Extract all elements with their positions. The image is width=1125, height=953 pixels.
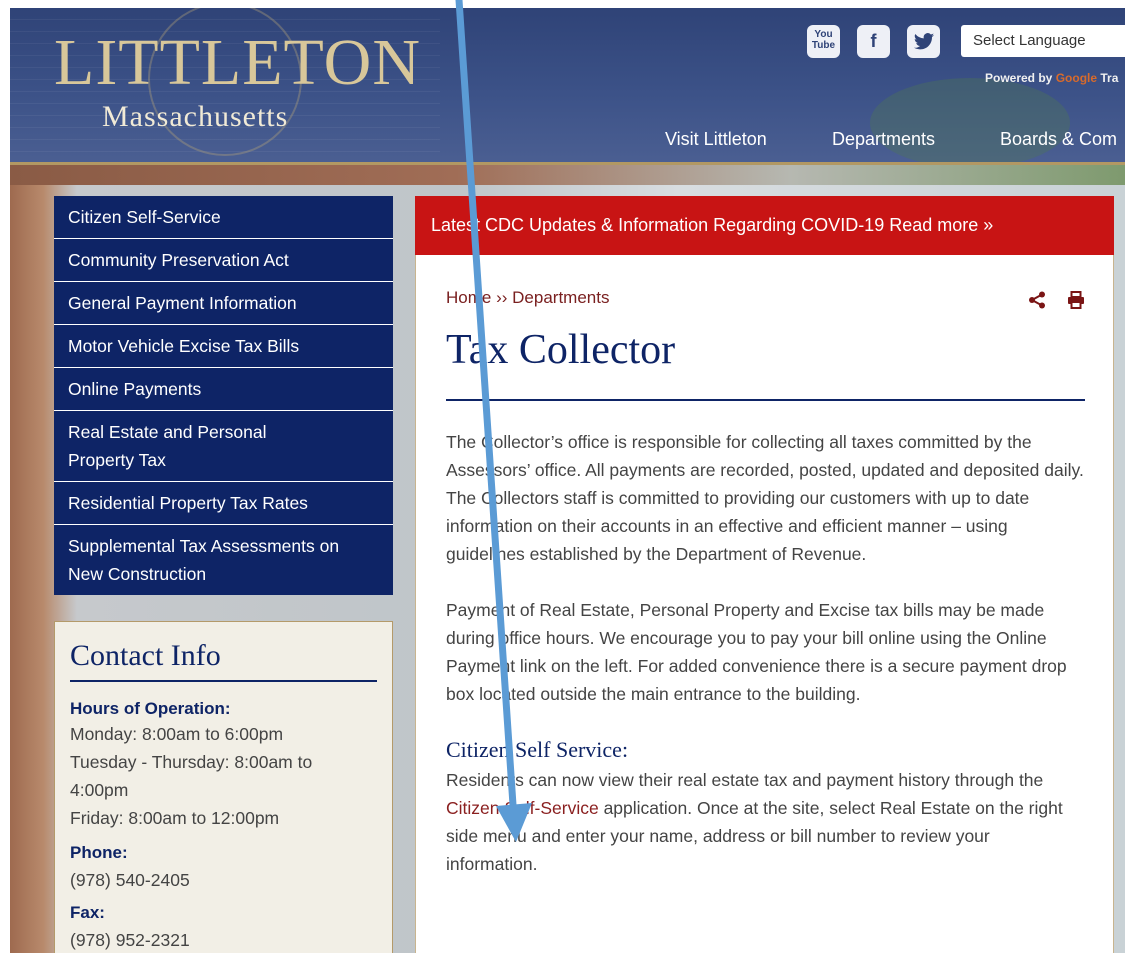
powered-by-google: Powered by Google Tra <box>985 71 1118 85</box>
google-logo: Google <box>1055 71 1098 85</box>
nav-departments[interactable]: Departments <box>832 129 935 150</box>
header-tree-decoration <box>870 78 1070 164</box>
breadcrumb-separator: ›› <box>496 288 508 307</box>
fax-label: Fax: <box>70 903 105 922</box>
sidebar-item-supplemental-tax[interactable]: Supplemental Tax Assessments on New Cons… <box>54 525 393 595</box>
powered-by-label: Powered by <box>985 71 1053 85</box>
sidebar-item-real-estate-personal-property[interactable]: Real Estate and Personal Property Tax <box>54 411 393 482</box>
citizen-self-service-link[interactable]: Citizen Self-Service <box>446 798 599 818</box>
facebook-icon[interactable]: f <box>857 25 890 58</box>
site-header: LITTLETON Massachusetts You Tube f Selec… <box>10 8 1125 164</box>
main-content: Home ›› Departments Tax Collector The Co… <box>415 255 1114 953</box>
payment-paragraph: Payment of Real Estate, Personal Propert… <box>446 600 1067 704</box>
page-tools <box>1012 291 1085 314</box>
sidebar-item-citizen-self-service[interactable]: Citizen Self-Service <box>54 196 393 239</box>
hours-monday: Monday: 8:00am to 6:00pm <box>70 724 284 744</box>
page-title: Tax Collector <box>446 322 1085 401</box>
contact-title: Contact Info <box>70 636 377 682</box>
breadcrumb-departments[interactable]: Departments <box>512 288 609 307</box>
logo-subtitle[interactable]: Massachusetts <box>102 100 288 134</box>
header-photo-band <box>10 165 1125 185</box>
sidebar-item-community-preservation-act[interactable]: Community Preservation Act <box>54 239 393 282</box>
sidebar-item-residential-tax-rates[interactable]: Residential Property Tax Rates <box>54 482 393 525</box>
hours-label: Hours of Operation: <box>70 699 231 718</box>
hours-friday: Friday: 8:00am to 12:00pm <box>70 808 280 828</box>
sidebar-nav: Citizen Self-Service Community Preservat… <box>54 196 393 595</box>
citizen-self-service-paragraph: Residents can now view their real estate… <box>446 766 1085 878</box>
youtube-icon[interactable]: You Tube <box>807 25 840 58</box>
page-background: LITTLETON Massachusetts You Tube f Selec… <box>10 8 1125 953</box>
fax-value: (978) 952-2321 <box>70 930 190 950</box>
sidebar-item-motor-vehicle-excise[interactable]: Motor Vehicle Excise Tax Bills <box>54 325 393 368</box>
breadcrumb-home[interactable]: Home <box>446 288 491 307</box>
citizen-self-service-heading: Citizen Self Service: <box>446 737 629 762</box>
sidebar-item-online-payments[interactable]: Online Payments <box>54 368 393 411</box>
print-icon[interactable] <box>1067 291 1085 313</box>
contact-info-box: Contact Info Hours of Operation: Monday:… <box>54 621 393 953</box>
phone-value[interactable]: (978) 540-2405 <box>70 866 377 894</box>
sidebar-item-general-payment-information[interactable]: General Payment Information <box>54 282 393 325</box>
css-paragraph-text-before: Residents can now view their real estate… <box>446 770 1044 790</box>
phone-label: Phone: <box>70 843 128 862</box>
share-icon[interactable] <box>1028 291 1051 313</box>
logo-title[interactable]: LITTLETON <box>54 30 421 96</box>
language-select[interactable]: Select Language <box>961 25 1125 57</box>
nav-boards-committees[interactable]: Boards & Com <box>1000 129 1117 150</box>
nav-visit-littleton[interactable]: Visit Littleton <box>665 129 767 150</box>
twitter-icon[interactable] <box>907 25 940 58</box>
covid-alert-banner[interactable]: Latest CDC Updates & Information Regardi… <box>415 196 1114 255</box>
hours-tue-thu: Tuesday - Thursday: 8:00am to 4:00pm <box>70 752 313 800</box>
breadcrumb: Home ›› Departments <box>446 288 1085 308</box>
intro-paragraph: The Collector’s office is responsible fo… <box>446 432 1084 564</box>
translate-label[interactable]: Tra <box>1100 71 1118 85</box>
